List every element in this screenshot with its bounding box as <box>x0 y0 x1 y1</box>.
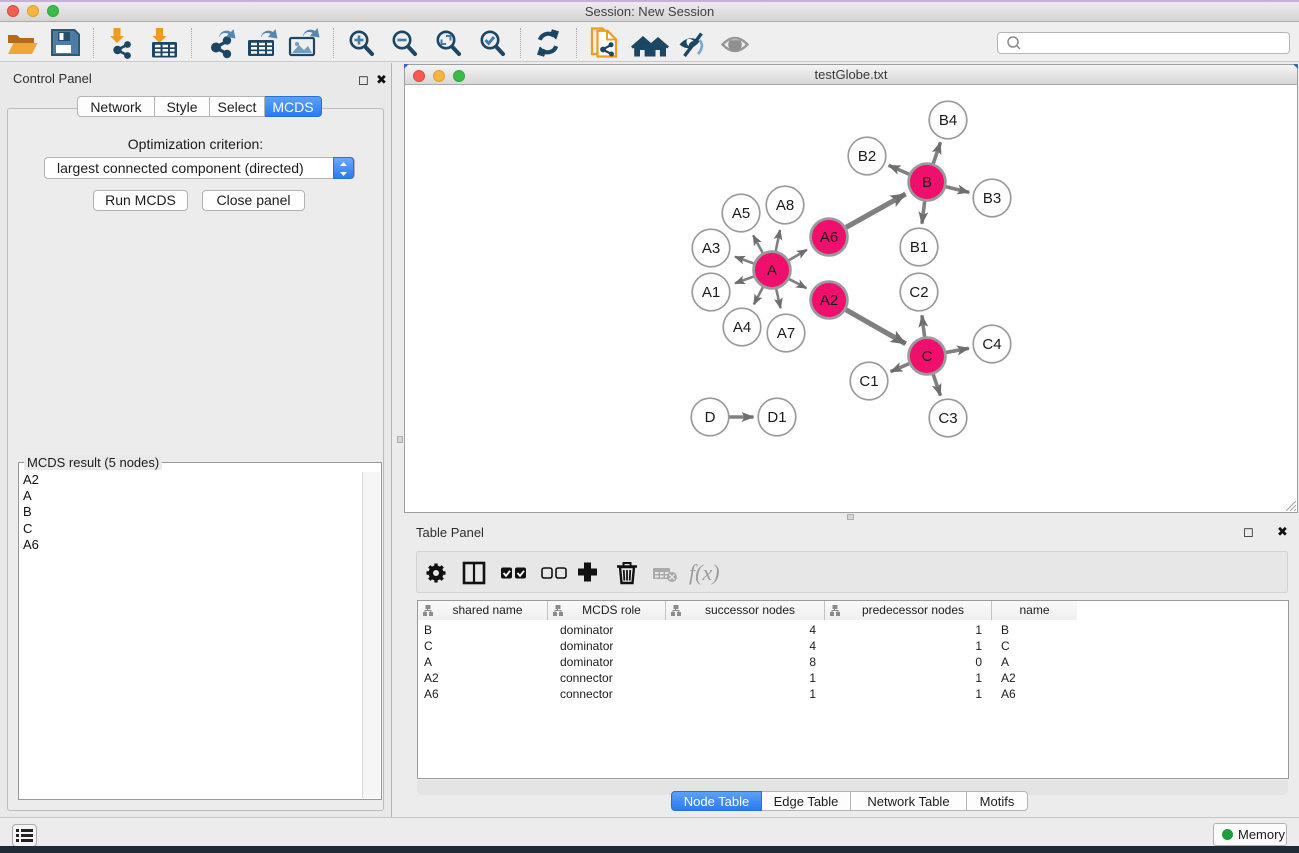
svg-text:A6: A6 <box>820 229 838 246</box>
svg-text:A: A <box>767 262 777 279</box>
svg-text:A2: A2 <box>820 292 838 309</box>
svg-text:B3: B3 <box>983 190 1001 207</box>
svg-text:A5: A5 <box>732 205 750 222</box>
svg-text:A4: A4 <box>733 319 751 336</box>
svg-text:C2: C2 <box>909 284 928 301</box>
svg-text:A1: A1 <box>702 284 720 301</box>
svg-text:C4: C4 <box>982 336 1001 353</box>
svg-text:C1: C1 <box>859 373 878 390</box>
svg-text:B2: B2 <box>858 148 876 165</box>
svg-text:B: B <box>922 174 932 191</box>
svg-text:A7: A7 <box>777 325 795 342</box>
svg-text:B1: B1 <box>910 239 928 256</box>
svg-text:A8: A8 <box>776 197 794 214</box>
svg-text:D1: D1 <box>767 409 786 426</box>
svg-text:A3: A3 <box>702 240 720 257</box>
svg-text:C3: C3 <box>938 410 957 427</box>
svg-text:D: D <box>705 409 716 426</box>
svg-text:f(x): f(x) <box>689 560 720 585</box>
svg-text:C: C <box>922 348 933 365</box>
svg-text:B4: B4 <box>939 112 957 129</box>
